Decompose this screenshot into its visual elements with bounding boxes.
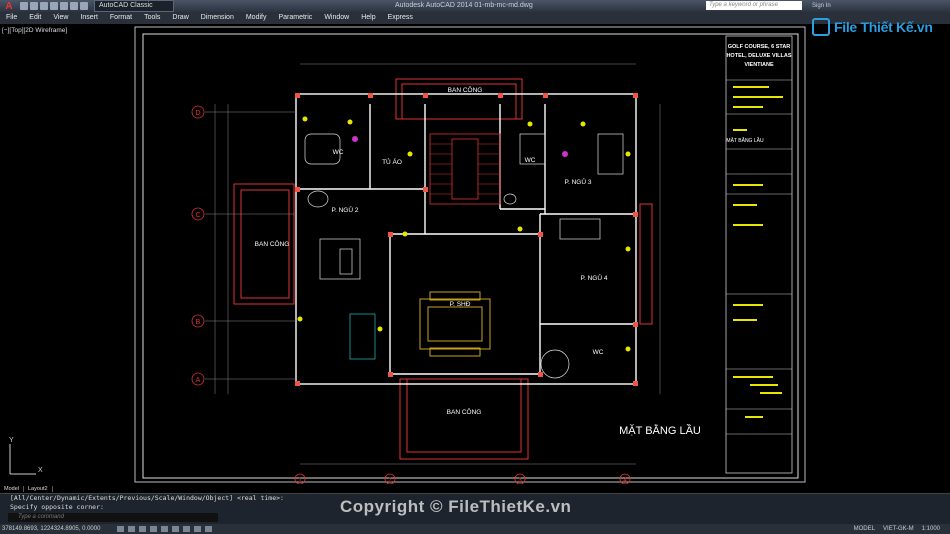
room-ban-cong-left: BAN CÔNG [255,239,290,248]
menu-modify[interactable]: Modify [240,12,273,24]
otrack-icon[interactable] [172,526,179,532]
grid-label-b: B [196,319,201,326]
room-to-ao: TỦ ÁO [382,157,402,166]
title-bar: A AutoCAD Classic Autodesk AutoCAD 2014 … [0,0,950,12]
vertical-scrollbar[interactable] [940,24,950,484]
titleblock-sheet-name: MẶT BẰNG LẦU [726,136,764,144]
grid-label-3: 3 [518,478,522,484]
copyright-watermark: Copyright © FileThietKe.vn [340,497,572,516]
room-ban-cong-bottom: BAN CÔNG [447,407,482,416]
menu-edit[interactable]: Edit [23,12,47,24]
model-space-toggle[interactable]: MODEL [854,524,875,534]
save-as-icon[interactable] [50,2,58,10]
ucs-icon [9,444,36,475]
window-title: Autodesk AutoCAD 2014 01-mb-mc-md.dwg [395,2,533,9]
layout-tabs: Model Layout2 [0,485,53,493]
ducs-icon[interactable] [183,526,190,532]
grid-label-4: 4 [623,478,627,484]
coordinate-readout: 378149.8693, 1224324.8905, 0.0000 [2,526,101,532]
menu-file[interactable]: File [0,12,23,24]
grid-label-c: C [195,212,200,219]
room-ban-cong-top: BAN CÔNG [448,85,483,94]
drafting-toggles [117,526,212,532]
status-bar: 378149.8693, 1224324.8905, 0.0000 MODEL … [0,524,950,534]
menu-draw[interactable]: Draw [166,12,194,24]
tab-layout2[interactable]: Layout2 [24,486,53,492]
open-icon[interactable] [30,2,38,10]
search-input[interactable]: Type a keyword or phrase [706,1,802,10]
osnap-icon[interactable] [161,526,168,532]
redo-icon[interactable] [80,2,88,10]
menu-tools[interactable]: Tools [138,12,166,24]
room-p-ngu-4: P. NGỦ 4 [581,273,608,282]
ucs-y-label: Y [9,437,14,444]
grid-label-1: 1 [298,478,302,484]
project-line-1: GOLF COURSE, 6 STAR [728,44,791,50]
undo-icon[interactable] [70,2,78,10]
polar-icon[interactable] [150,526,157,532]
room-wc-bottom: WC [593,349,604,356]
menu-dimension[interactable]: Dimension [195,12,240,24]
grid-label-2: 2 [388,478,392,484]
menu-view[interactable]: View [47,12,74,24]
sign-in-link[interactable]: Sign In [812,0,831,12]
room-wc-right: WC [525,157,536,164]
grid-label-d: D [195,110,200,117]
command-input[interactable]: Type a command [8,513,218,522]
annotation-scale-name[interactable]: VIET-GK-M [883,524,914,534]
menu-bar: File Edit View Insert Format Tools Draw … [0,12,950,24]
menu-window[interactable]: Window [318,12,355,24]
print-icon[interactable] [60,2,68,10]
ortho-icon[interactable] [139,526,146,532]
project-line-2: HOTEL, DELUXE VILLAS [726,53,791,59]
workspace-select[interactable]: AutoCAD Classic [94,0,174,12]
room-p-shd: P. SHĐ [450,301,471,308]
grid-icon[interactable] [128,526,135,532]
sheet-title: MẶT BẰNG LẦU [619,424,701,437]
snap-icon[interactable] [117,526,124,532]
ucs-x-label: X [38,467,43,474]
logo-icon [812,18,830,36]
menu-parametric[interactable]: Parametric [272,12,318,24]
title-block [725,35,793,474]
annotation-scale[interactable]: 1:1000 [922,524,940,534]
dyn-icon[interactable] [194,526,201,532]
lineweight-icon[interactable] [205,526,212,532]
filethietke-logo: File Thiết Kế.vn [812,12,933,42]
menu-format[interactable]: Format [104,12,138,24]
menu-express[interactable]: Express [382,12,419,24]
menu-insert[interactable]: Insert [74,12,104,24]
room-p-ngu-2: P. NGỦ 2 [332,205,359,214]
drawing-canvas[interactable]: GOLF COURSE, 6 STAR HOTEL, DELUXE VILLAS… [0,24,940,484]
application-menu-icon[interactable]: A [0,0,18,12]
save-icon[interactable] [40,2,48,10]
project-line-3: VIENTIANE [744,62,774,68]
grid-label-a: A [196,377,201,384]
room-p-ngu-3: P. NGỦ 3 [565,177,592,186]
room-wc-left: WC [333,149,344,156]
tab-model[interactable]: Model [0,486,24,492]
new-icon[interactable] [20,2,28,10]
menu-help[interactable]: Help [355,12,381,24]
quick-access-toolbar [20,2,88,10]
